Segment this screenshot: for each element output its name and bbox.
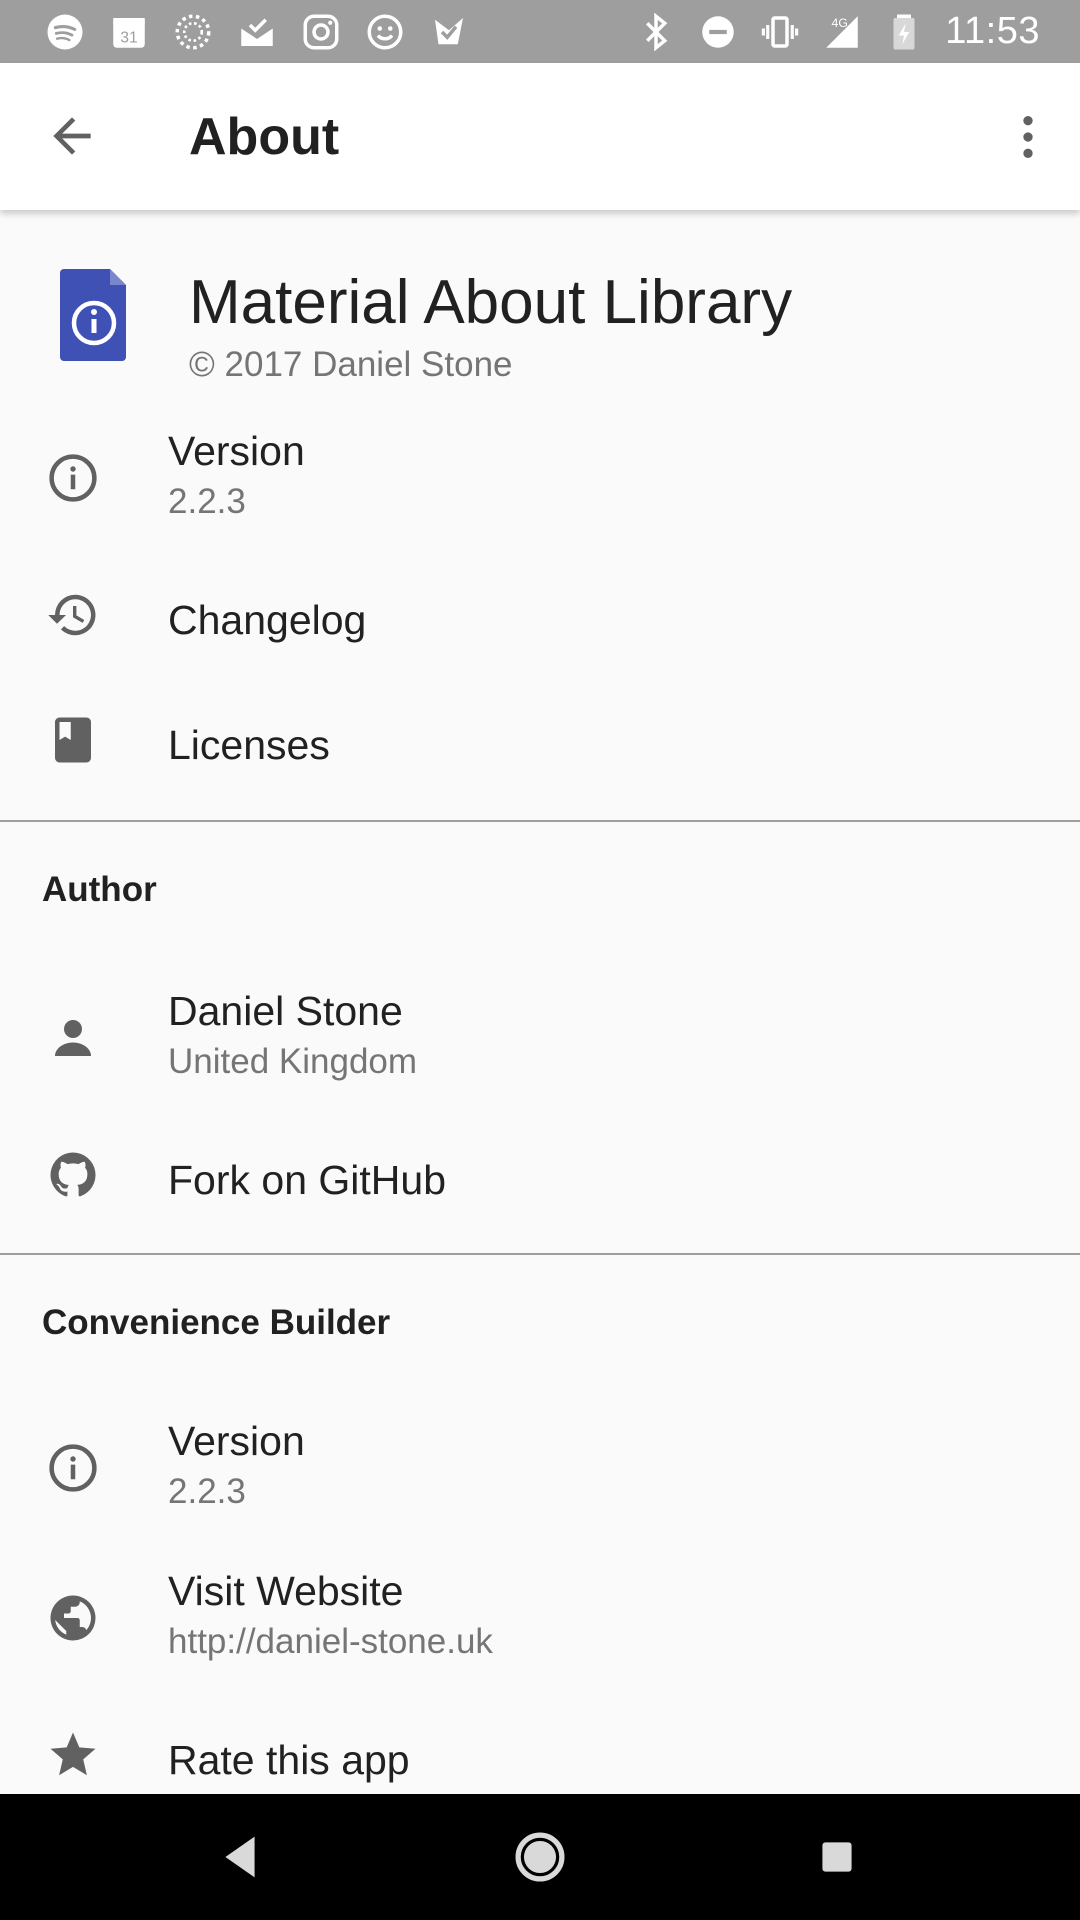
- app-copyright: © 2017 Daniel Stone: [189, 345, 513, 384]
- clock: 11:53: [945, 10, 1040, 52]
- list-item-builder-version[interactable]: Version 2.2.3: [0, 1400, 1080, 1535]
- item-title: Daniel Stone: [168, 988, 403, 1034]
- list-item-changelog[interactable]: Changelog: [0, 555, 1080, 675]
- page-title: About: [189, 108, 340, 166]
- globe-icon: [46, 1591, 100, 1645]
- system-icons: 4G 11:53: [635, 0, 1040, 63]
- svg-text:31: 31: [120, 29, 138, 46]
- do-not-disturb-icon: [697, 11, 739, 53]
- item-subtitle: 2.2.3: [168, 1472, 246, 1511]
- task-icon: [428, 11, 470, 53]
- info-icon: [46, 451, 100, 505]
- nav-recents-icon[interactable]: [802, 1822, 872, 1892]
- nav-home-icon[interactable]: [505, 1822, 575, 1892]
- app-logo-icon: [58, 265, 130, 365]
- list-item-rate[interactable]: Rate this app: [0, 1695, 1080, 1794]
- instagram-icon: [300, 11, 342, 53]
- item-title: Version: [168, 428, 305, 474]
- app-name: Material About Library: [189, 268, 793, 337]
- spotify-icon: [44, 11, 86, 53]
- list-item-website[interactable]: Visit Website http://daniel-stone.uk: [0, 1550, 1080, 1685]
- item-title: Licenses: [168, 722, 330, 768]
- item-title: Version: [168, 1418, 305, 1464]
- item-title: Visit Website: [168, 1568, 404, 1614]
- mail-check-icon: [236, 11, 278, 53]
- arrow-back-icon[interactable]: [44, 108, 100, 164]
- list-item-version[interactable]: Version 2.2.3: [0, 410, 1080, 545]
- nav-back-icon[interactable]: [205, 1822, 275, 1892]
- item-subtitle: United Kingdom: [168, 1042, 418, 1081]
- more-vert-icon[interactable]: [1000, 107, 1056, 167]
- calendar-icon: 31: [108, 11, 150, 53]
- vibrate-icon: [759, 11, 801, 53]
- notification-icons: 31: [44, 0, 470, 63]
- github-icon: [46, 1148, 100, 1202]
- item-title: Rate this app: [168, 1737, 410, 1783]
- star-icon: [46, 1728, 100, 1782]
- person-icon: [46, 1011, 100, 1065]
- about-content: Material About Library © 2017 Daniel Sto…: [0, 210, 1080, 1794]
- list-item-author[interactable]: Daniel Stone United Kingdom: [0, 970, 1080, 1105]
- divider: [0, 1253, 1080, 1255]
- bluetooth-icon: [635, 11, 677, 53]
- divider: [0, 820, 1080, 822]
- svg-text:4G: 4G: [832, 15, 848, 29]
- history-icon: [46, 588, 100, 642]
- info-icon: [46, 1441, 100, 1495]
- section-title-builder: Convenience Builder: [42, 1303, 391, 1342]
- book-icon: [46, 713, 100, 767]
- smiley-icon: [364, 11, 406, 53]
- section-title-author: Author: [42, 870, 157, 909]
- signal-icon: 4G: [821, 11, 863, 53]
- item-subtitle: http://daniel-stone.uk: [168, 1622, 493, 1661]
- list-item-licenses[interactable]: Licenses: [0, 680, 1080, 800]
- navigation-bar: [0, 1794, 1080, 1920]
- app-info-card: Material About Library © 2017 Daniel Sto…: [0, 265, 1080, 385]
- status-bar: 31 4G 11:53: [0, 0, 1080, 63]
- item-title: Changelog: [168, 597, 367, 643]
- list-item-github[interactable]: Fork on GitHub: [0, 1115, 1080, 1235]
- item-subtitle: 2.2.3: [168, 482, 246, 521]
- item-title: Fork on GitHub: [168, 1157, 446, 1203]
- app-bar: About: [0, 63, 1080, 210]
- loading-icon: [172, 11, 214, 53]
- battery-icon: [883, 11, 925, 53]
